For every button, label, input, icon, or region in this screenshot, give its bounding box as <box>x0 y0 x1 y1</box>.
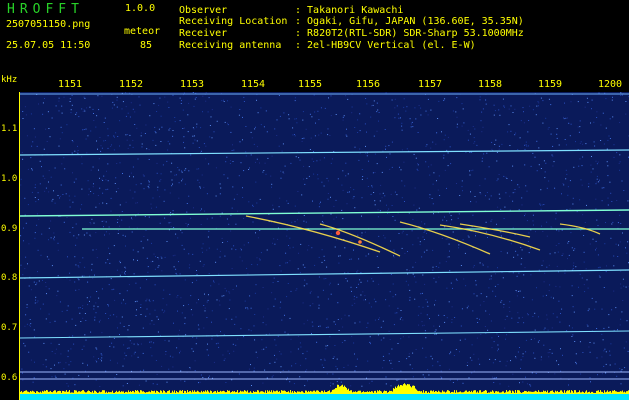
freq-tick-label: 0.7 <box>1 323 18 333</box>
antenna-value: : 2el-HB9CV Vertical (el. E-W) <box>295 40 476 51</box>
app-name: HROFFT <box>7 2 84 17</box>
observer-value: : Takanori Kawachi <box>295 5 404 16</box>
time-tick-label: 1157 <box>418 79 443 90</box>
antenna-label: Receiving antenna <box>179 40 282 51</box>
freq-unit-label: kHz <box>1 75 18 85</box>
info-header: HROFFT 1.0.0 2507051150.png meteor 25.07… <box>0 0 629 76</box>
spectrogram-canvas <box>20 92 629 400</box>
detection-count: 85 <box>140 40 153 51</box>
file-name: 2507051150.png <box>6 19 91 30</box>
spectrogram-plot <box>20 92 629 400</box>
spectrogram-background <box>20 92 629 400</box>
time-tick-label: 1156 <box>356 79 381 90</box>
time-tick-label: 1159 <box>538 79 563 90</box>
receiver-value: : R820T2(RTL-SDR) SDR-Sharp 53.1000MHz <box>295 28 524 39</box>
freq-tick-label: 1.0 <box>1 174 18 184</box>
location-label: Receiving Location <box>179 16 288 27</box>
meteor-head-echo <box>335 230 341 236</box>
freq-tick-label: 1.1 <box>1 124 18 134</box>
receiver-label: Receiver <box>179 28 228 39</box>
freq-tick-label: 0.9 <box>1 224 18 234</box>
time-tick-label: 1152 <box>119 79 144 90</box>
observer-label: Observer <box>179 5 228 16</box>
meteor-head-echo <box>358 240 362 244</box>
detection-mode: meteor <box>124 26 161 37</box>
time-tick-label: 1153 <box>180 79 205 90</box>
time-tick-label: 1158 <box>478 79 503 90</box>
location-value: : Ogaki, Gifu, JAPAN (136.60E, 35.35N) <box>295 16 524 27</box>
app-version: 1.0.0 <box>125 3 156 14</box>
time-tick-label: 1154 <box>241 79 266 90</box>
amplitude-baseline <box>20 394 629 400</box>
time-tick-label: 1155 <box>298 79 323 90</box>
capture-datetime: 25.07.05 11:50 <box>6 40 91 51</box>
time-tick-label: 1200 <box>598 79 623 90</box>
time-tick-label: 1151 <box>58 79 83 90</box>
freq-tick-label: 0.8 <box>1 273 18 283</box>
freq-tick-label: 0.6 <box>1 373 18 383</box>
